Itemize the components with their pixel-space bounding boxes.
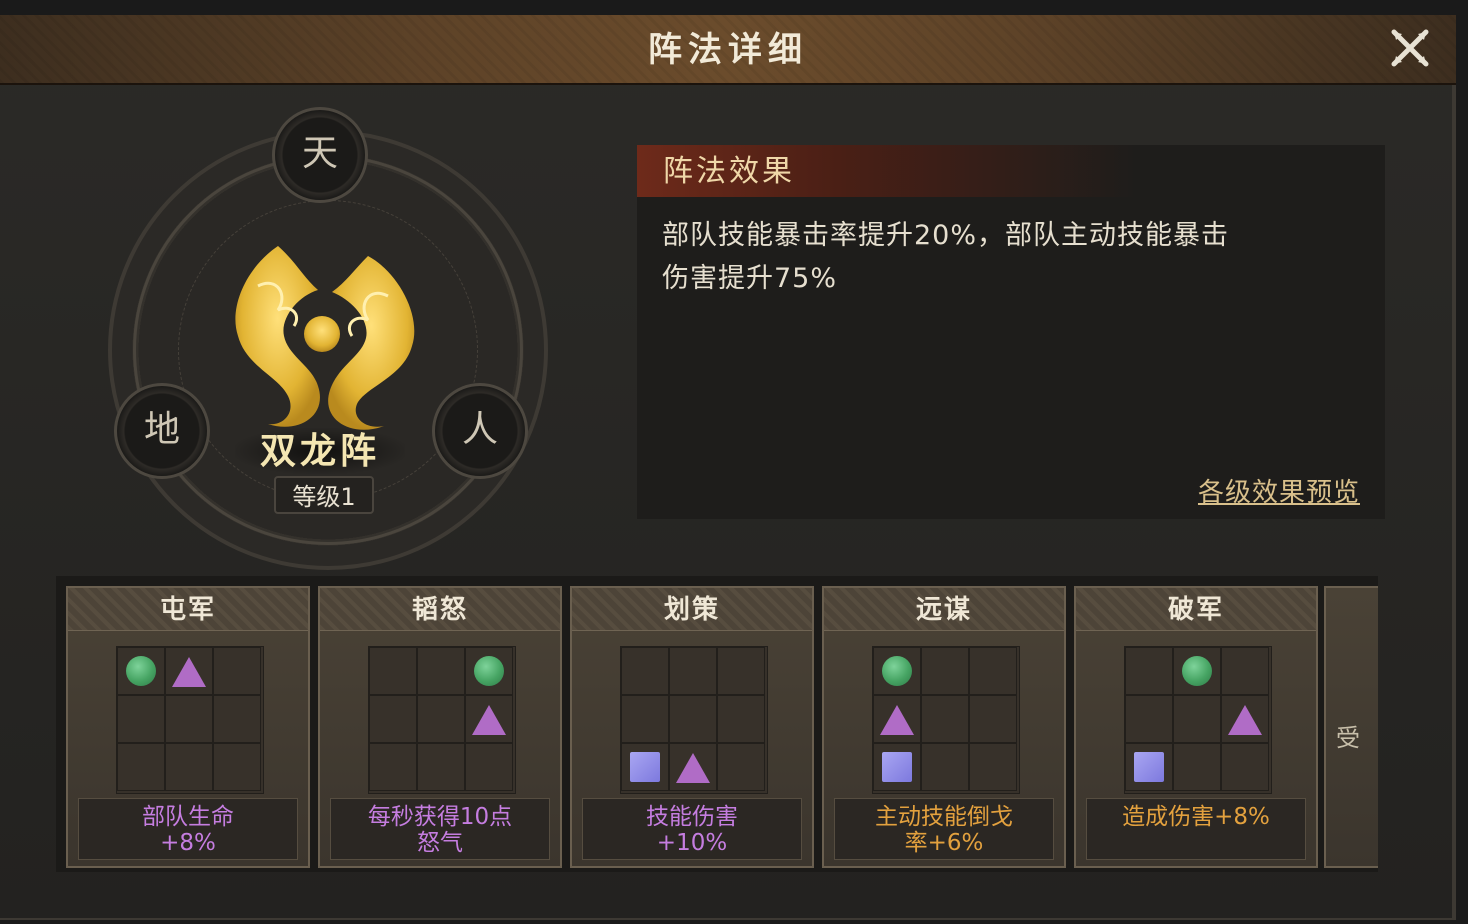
formation-grid	[872, 646, 1020, 794]
grid-cell	[1173, 743, 1221, 791]
card-partial-label: 受	[1336, 724, 1360, 752]
card-title: 破军	[1076, 588, 1316, 631]
grid-cell	[969, 647, 1017, 695]
grid-cell	[417, 695, 465, 743]
grid-cell	[1221, 695, 1269, 743]
effect-box	[637, 145, 1385, 519]
grid-cell	[669, 647, 717, 695]
grid-cell	[213, 743, 261, 791]
grid-cell	[213, 695, 261, 743]
grid-cell	[1221, 743, 1269, 791]
grid-cell	[1125, 743, 1173, 791]
grid-cell	[1125, 695, 1173, 743]
square-icon	[630, 752, 660, 782]
card-description: 部队生命 +8%	[78, 798, 298, 860]
grid-cell	[213, 647, 261, 695]
formation-card[interactable]: 划策技能伤害 +10%	[570, 586, 814, 868]
circle-icon	[882, 656, 912, 686]
formation-grid	[620, 646, 768, 794]
close-button[interactable]	[1390, 28, 1430, 68]
grid-cell	[417, 647, 465, 695]
grid-cell	[117, 647, 165, 695]
grid-cell	[1173, 695, 1221, 743]
circle-icon	[474, 656, 504, 686]
grid-cell	[165, 743, 213, 791]
grid-cell	[717, 647, 765, 695]
grid-cell	[369, 743, 417, 791]
grid-cell	[873, 695, 921, 743]
effect-description: 部队技能暴击率提升20%，部队主动技能暴击 伤害提升75%	[662, 214, 1368, 300]
effect-header: 阵法效果	[637, 145, 1137, 197]
grid-cell	[621, 743, 669, 791]
triangle-icon	[172, 657, 206, 687]
grid-cell	[717, 743, 765, 791]
card-title: 屯军	[68, 588, 308, 631]
grid-cell	[117, 743, 165, 791]
formation-level: 等级1	[274, 476, 374, 514]
grid-cell	[669, 695, 717, 743]
formation-card-partial[interactable]: 受	[1324, 586, 1378, 868]
formation-card[interactable]: 破军造成伤害+8%	[1074, 586, 1318, 868]
grid-cell	[165, 695, 213, 743]
card-title: 远谋	[824, 588, 1064, 631]
effect-line-1: 部队技能暴击率提升20%，部队主动技能暴击	[662, 220, 1230, 251]
triangle-icon	[472, 705, 506, 735]
card-description: 主动技能倒戈 率+6%	[834, 798, 1054, 860]
formation-name: 双龙阵	[235, 428, 405, 474]
formation-card[interactable]: 远谋主动技能倒戈 率+6%	[822, 586, 1066, 868]
grid-cell	[717, 695, 765, 743]
circle-icon	[126, 656, 156, 686]
page-title: 阵法详细	[648, 30, 808, 70]
grid-cell	[873, 743, 921, 791]
formation-grid	[1124, 646, 1272, 794]
card-title: 韬怒	[320, 588, 560, 631]
grid-cell	[1221, 647, 1269, 695]
square-icon	[882, 752, 912, 782]
formation-grid	[368, 646, 516, 794]
grid-cell	[921, 647, 969, 695]
level-effects-preview-link[interactable]: 各级效果预览	[1170, 472, 1360, 509]
grid-cell	[873, 647, 921, 695]
triangle-icon	[676, 753, 710, 783]
node-human[interactable]: 人	[432, 383, 528, 479]
twin-dragon-icon	[235, 246, 415, 430]
grid-cell	[669, 743, 717, 791]
grid-cell	[465, 695, 513, 743]
grid-cell	[921, 743, 969, 791]
card-description: 造成伤害+8%	[1086, 798, 1306, 860]
grid-cell	[465, 647, 513, 695]
grid-cell	[969, 743, 1017, 791]
node-earth[interactable]: 地	[114, 383, 210, 479]
circle-icon	[1182, 656, 1212, 686]
effect-line-2: 伤害提升75%	[662, 263, 838, 294]
card-title: 划策	[572, 588, 812, 631]
formation-card[interactable]: 屯军部队生命 +8%	[66, 586, 310, 868]
grid-cell	[417, 743, 465, 791]
grid-cell	[165, 647, 213, 695]
grid-cell	[969, 695, 1017, 743]
formation-slots-list[interactable]: 受 屯军 部队生命 +8% 韬怒 每秒获得10点 怒气 划策 技能伤害 +10% 远谋 主动技能倒戈…	[56, 576, 1378, 872]
formation-card[interactable]: 韬怒每秒获得10点 怒气	[318, 586, 562, 868]
grid-cell	[465, 743, 513, 791]
close-icon	[1391, 29, 1429, 67]
grid-cell	[621, 647, 669, 695]
formation-grid	[116, 646, 264, 794]
grid-cell	[921, 695, 969, 743]
grid-cell	[117, 695, 165, 743]
grid-cell	[369, 695, 417, 743]
node-heaven[interactable]: 天	[272, 107, 368, 203]
card-description: 技能伤害 +10%	[582, 798, 802, 860]
grid-cell	[1173, 647, 1221, 695]
grid-cell	[369, 647, 417, 695]
square-icon	[1134, 752, 1164, 782]
triangle-icon	[880, 705, 914, 735]
card-description: 每秒获得10点 怒气	[330, 798, 550, 860]
grid-cell	[621, 695, 669, 743]
triangle-icon	[1228, 705, 1262, 735]
grid-cell	[1125, 647, 1173, 695]
